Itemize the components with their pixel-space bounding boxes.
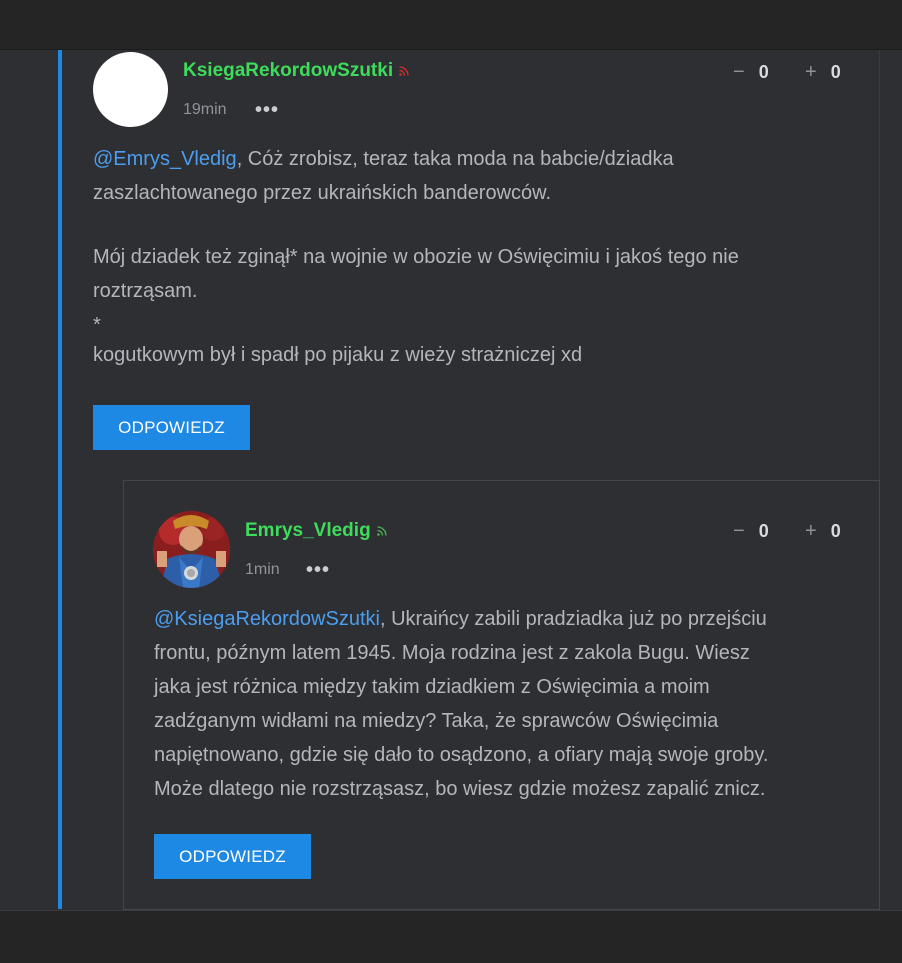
upvote-icon[interactable]: +: [805, 520, 817, 543]
comment-line: @KsiegaRekordowSzutki, Ukraińcy zabili p…: [154, 608, 767, 630]
comment-line: jaka jest różnica między takim dziadkiem…: [154, 676, 710, 698]
comment-line: frontu, późnym latem 1945. Moja rodzina …: [154, 642, 750, 664]
top-bar: [0, 0, 902, 50]
username-label[interactable]: KsiegaRekordowSzutki: [183, 60, 393, 81]
more-options-icon[interactable]: •••: [306, 559, 330, 582]
avatar[interactable]: [153, 511, 230, 588]
vote-controls-up: + 0: [805, 520, 841, 543]
upvote-count: 0: [830, 62, 841, 82]
comment-line: [93, 210, 863, 240]
comment-line: napiętnowano, gdzie się dało to osądzono…: [154, 744, 769, 766]
comment-line: Mój dziadek też zginął* na wojnie w oboz…: [93, 246, 739, 268]
vote-controls-up: + 0: [805, 61, 841, 84]
comment-author[interactable]: KsiegaRekordowSzutki: [183, 60, 409, 82]
more-options-icon[interactable]: •••: [255, 99, 279, 122]
downvote-icon[interactable]: −: [733, 520, 745, 543]
rss-icon: [399, 60, 409, 82]
downvote-count: 0: [758, 521, 769, 541]
comment-line: kogutkowym był i spadł po pijaku z wieży…: [93, 344, 583, 366]
comment-line: @Emrys_Vledig, Cóż zrobisz, teraz taka m…: [93, 148, 674, 170]
username-label[interactable]: Emrys_Vledig: [245, 520, 371, 541]
mention-link[interactable]: @KsiegaRekordowSzutki: [154, 608, 380, 630]
vote-controls: − 0: [733, 61, 769, 84]
comment-timestamp: 19min: [183, 101, 227, 118]
avatar[interactable]: [93, 52, 168, 127]
comment-line: roztrząsam.: [93, 280, 198, 302]
mention-link[interactable]: @Emrys_Vledig: [93, 148, 237, 170]
bottom-bar: [0, 910, 902, 963]
vote-controls: − 0: [733, 520, 769, 543]
upvote-icon[interactable]: +: [805, 61, 817, 84]
comment-body: @Emrys_Vledig, Cóż zrobisz, teraz taka m…: [93, 142, 863, 372]
downvote-count: 0: [758, 62, 769, 82]
comment-line: zadźganym widłami na miedzy? Taka, że sp…: [154, 710, 719, 732]
comment-timestamp: 1min: [245, 561, 280, 578]
reply-button[interactable]: ODPOWIEDZ: [93, 405, 250, 450]
thread-indicator-line: [58, 50, 62, 909]
upvote-count: 0: [830, 521, 841, 541]
comment-line: *: [93, 314, 101, 336]
comment-line: zaszlachtowanego przez ukraińskich bande…: [93, 182, 552, 204]
comment-body: @KsiegaRekordowSzutki, Ukraińcy zabili p…: [154, 602, 869, 806]
reply-button[interactable]: ODPOWIEDZ: [154, 834, 311, 879]
comment-author[interactable]: Emrys_Vledig: [245, 520, 387, 542]
rss-icon: [376, 520, 387, 542]
comment-line: Może dlatego nie rozstrząsasz, bo wiesz …: [154, 778, 766, 800]
downvote-icon[interactable]: −: [733, 61, 745, 84]
